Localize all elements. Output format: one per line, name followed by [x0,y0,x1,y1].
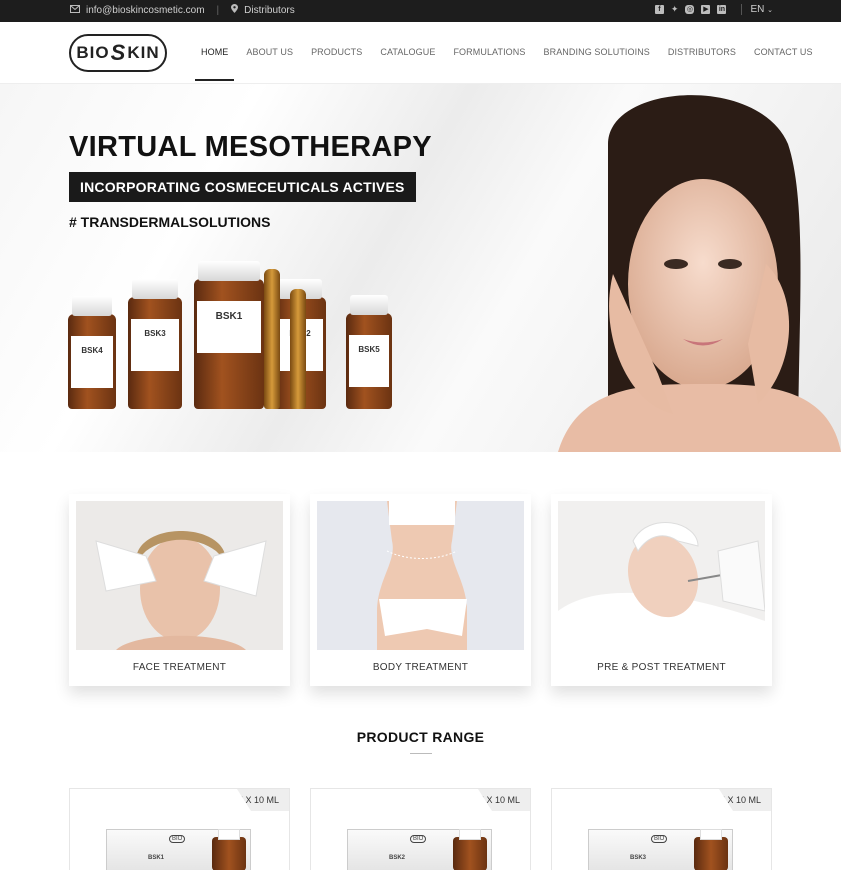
nav-about-us[interactable]: ABOUT US [246,47,293,57]
divider: | [216,4,220,16]
bottle-label: BSK1 [197,301,261,353]
twitter-icon[interactable]: ✦ [671,4,679,15]
ampoule [290,289,306,409]
card-label: BODY TREATMENT [372,662,469,673]
product-card-bsk2[interactable]: 5 X 10 ML BIO BSK2 [310,788,531,870]
ampoule [264,269,280,409]
bottle: BSK3 [128,279,182,409]
distributors-link[interactable]: Distributors [244,5,295,16]
logo-text-left: BIO [76,43,110,62]
social-links: f ✦ ◎ ▶ in EN ⌄ [654,4,773,15]
nav-formulations[interactable]: FORMULATIONS [453,47,525,57]
location-pin-icon [231,4,239,16]
product-range-title: PRODUCT RANGE [356,729,485,745]
volume-badge: 5 X 10 ML [719,789,771,811]
main-navigation: HOME ABOUT US PRODUCTS CATALOGUE FORMULA… [194,47,813,81]
nav-catalogue[interactable]: CATALOGUE [380,47,435,57]
bioskin-logo[interactable]: BIO S KIN [69,34,167,72]
bottle-label: BSK4 [71,336,113,388]
language-label: EN [750,4,765,15]
nav-products[interactable]: PRODUCTS [311,47,362,57]
nav-home[interactable]: HOME [194,47,235,81]
linkedin-icon[interactable]: in [717,5,727,14]
bottle: BSK5 [346,295,392,409]
title-underline [410,753,432,754]
facebook-icon[interactable]: f [654,5,664,14]
volume-badge: 5 X 10 ML [237,789,289,811]
hero-banner[interactable]: VIRTUAL MESOTHERAPY INCORPORATING COSMEC… [0,84,841,452]
nav-distributors[interactable]: DISTRIBUTORS [668,47,736,57]
card-label: FACE TREATMENT [132,662,227,673]
box-logo: BIO [410,835,427,843]
card-pre-post-treatment[interactable]: PRE & POST TREATMENT [551,494,772,686]
instagram-icon[interactable]: ◎ [685,5,695,14]
product-vial [212,829,246,870]
volume-badge: 5 X 10 ML [478,789,530,811]
site-header: BIO S KIN HOME ABOUT US PRODUCTS CATALOGUE… [0,22,841,84]
product-card-bsk3[interactable]: 5 X 10 ML BIO BSK3 [551,788,772,870]
product-card-bsk1[interactable]: 5 X 10 ML BIO BSK1 [69,788,290,870]
bottle: BSK1 [194,261,264,409]
face-treatment-image [76,501,283,650]
logo-text-right: KIN [127,43,160,62]
contact-info: info@bioskincosmetic.com | Distributors [70,4,295,16]
product-bottles-image: BSK4 BSK3 BSK1 BSK2 BSK5 [68,239,398,429]
envelope-icon [70,4,80,16]
bottle: BSK4 [68,296,116,409]
email-link[interactable]: info@bioskincosmetic.com [86,5,205,16]
bottle-label: BSK5 [349,335,389,387]
card-body-treatment[interactable]: BODY TREATMENT [310,494,531,686]
treatment-cards: FACE TREATMENT BODY TREATMENT PRE & POST… [69,494,773,686]
product-name: BSK1 [148,855,165,861]
body-treatment-image [317,501,524,650]
box-logo: BIO [169,835,186,843]
product-vial [694,829,728,870]
product-name: BSK3 [630,855,647,861]
language-selector[interactable]: EN ⌄ [741,4,773,15]
top-bar: info@bioskincosmetic.com | Distributors … [0,0,841,22]
hero-subtitle-band: INCORPORATING COSMECEUTICALS ACTIVES [69,172,416,202]
hero-hashtag: # TRANSDERMALSOLUTIONS [69,214,271,230]
youtube-icon[interactable]: ▶ [701,5,711,14]
hero-title: VIRTUAL MESOTHERAPY [69,131,432,163]
card-label: PRE & POST TREATMENT [597,662,726,673]
nav-contact-us[interactable]: CONTACT US [754,47,813,57]
logo-text-mid: S [110,40,127,65]
chevron-down-icon: ⌄ [767,7,773,14]
model-face-image [558,95,841,452]
bottle-label: BSK3 [131,319,179,371]
pre-post-treatment-image [558,501,765,650]
box-logo: BIO [651,835,668,843]
card-face-treatment[interactable]: FACE TREATMENT [69,494,290,686]
product-name: BSK2 [389,855,406,861]
product-vial [453,829,487,870]
nav-branding-solutions[interactable]: BRANDING SOLUTIOINS [544,47,650,57]
